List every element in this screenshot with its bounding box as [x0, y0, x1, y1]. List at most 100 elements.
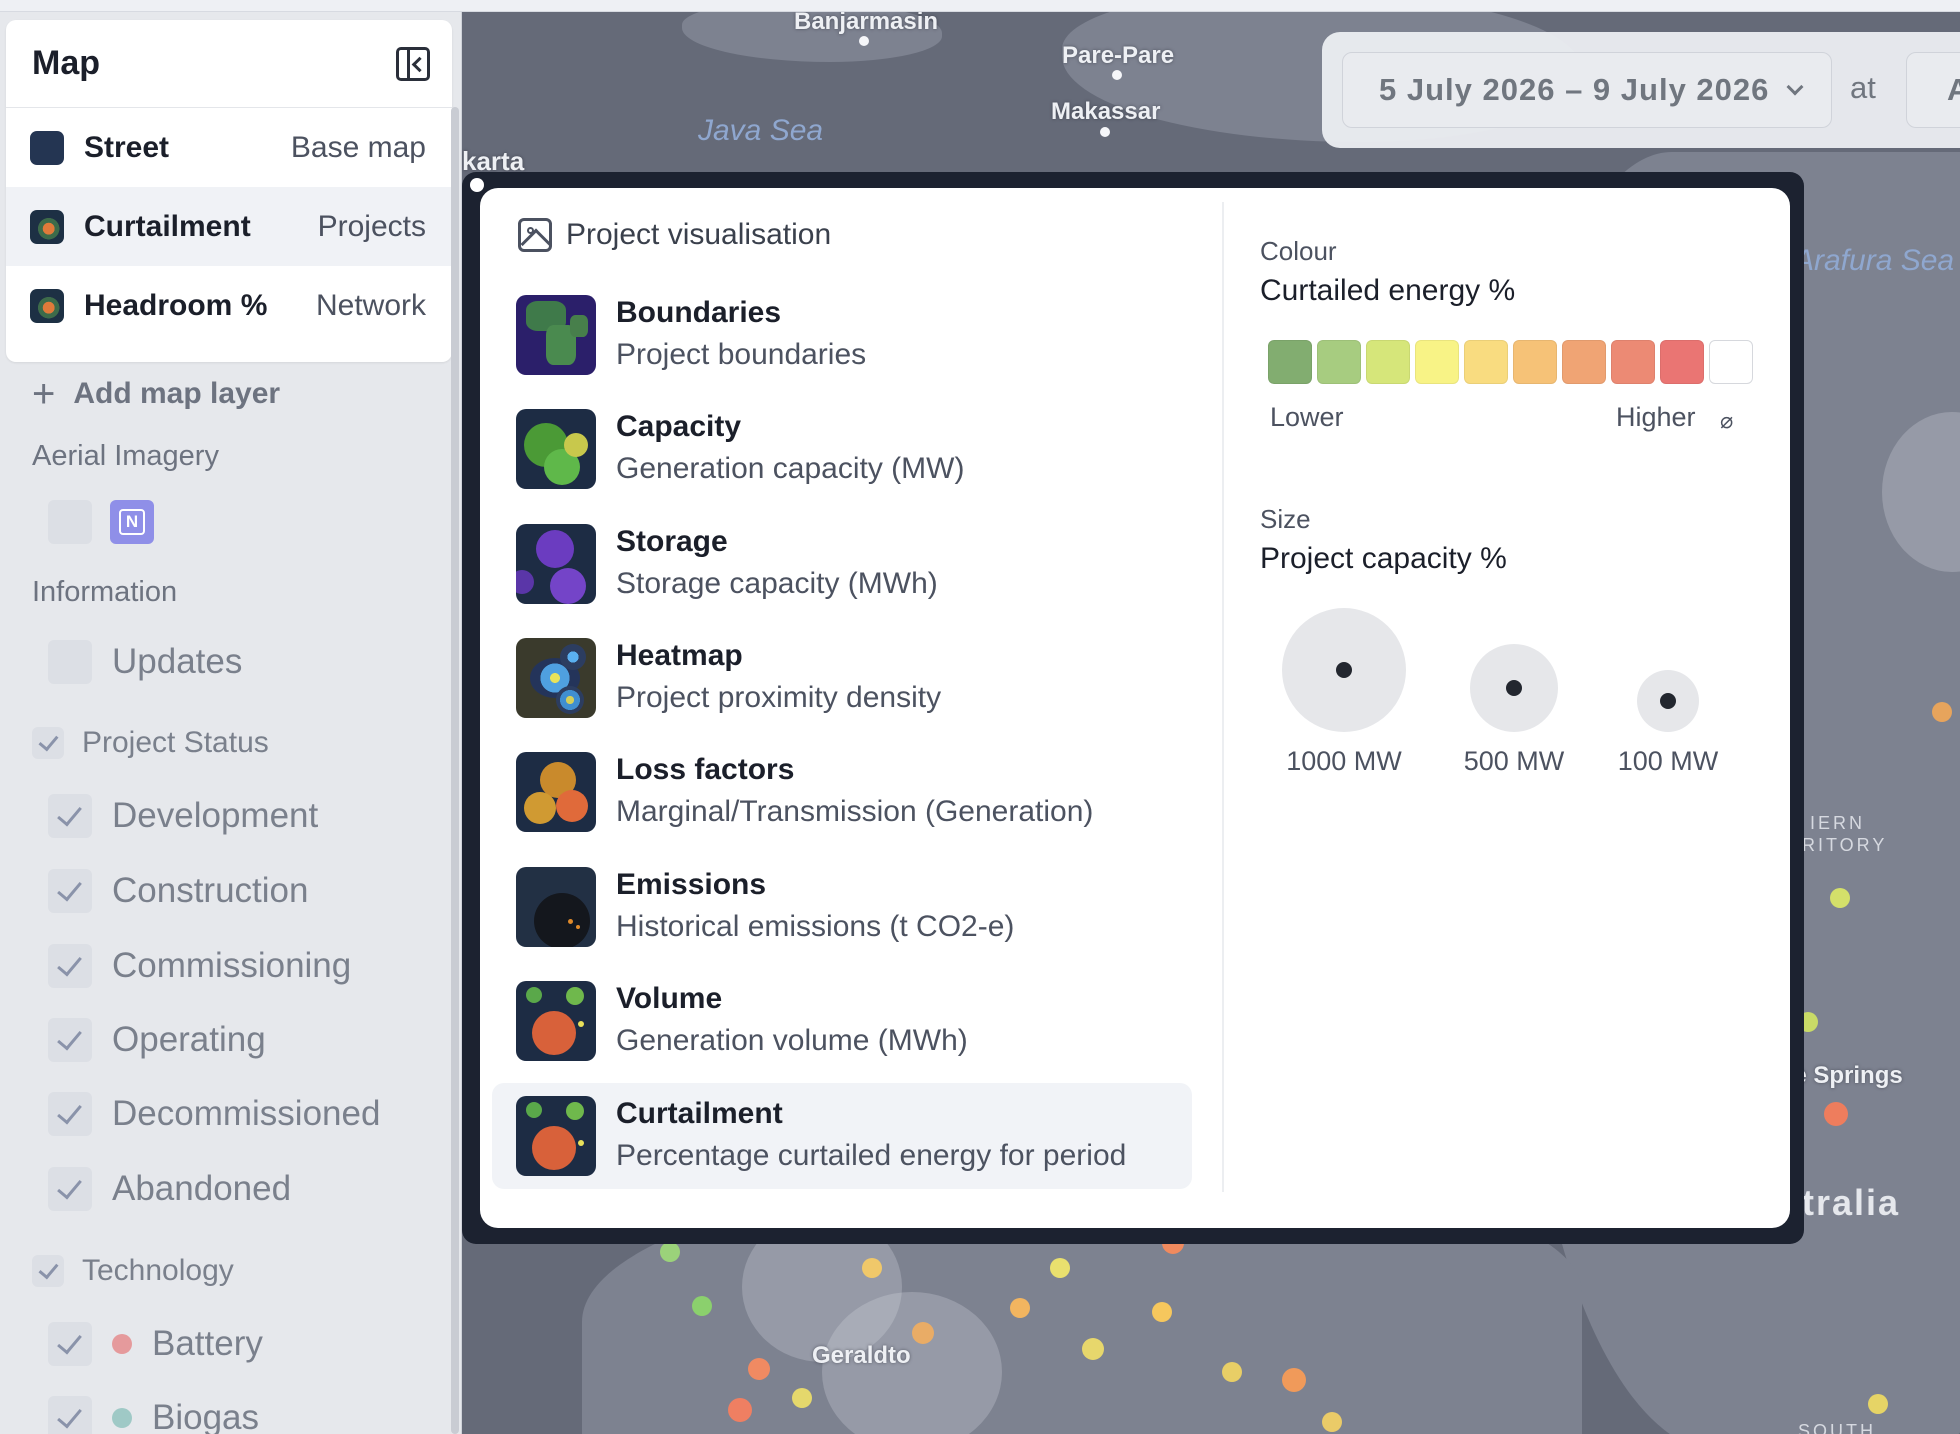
city-label-geraldton: Geraldto: [812, 1342, 911, 1369]
aerial-option-empty[interactable]: [48, 500, 92, 544]
viz-desc: Project boundaries: [616, 338, 867, 371]
layer-row-street[interactable]: Street Base map: [6, 108, 452, 187]
city-marker: [1112, 70, 1122, 80]
project-dot[interactable]: [1222, 1362, 1242, 1382]
status-decommissioned[interactable]: Decommissioned: [48, 1092, 380, 1136]
capacity-thumbnail: [516, 409, 596, 489]
colour-swatch: [1268, 340, 1312, 384]
layer-row-curtailment[interactable]: Curtailment Projects: [6, 187, 452, 266]
technology-group[interactable]: Technology: [32, 1254, 234, 1288]
project-dot[interactable]: [692, 1296, 712, 1316]
colour-swatch: [1513, 340, 1557, 384]
viz-option-heatmap[interactable]: Heatmap Project proximity density: [492, 625, 1192, 731]
viz-option-boundaries[interactable]: Boundaries Project boundaries: [492, 282, 1192, 388]
curtailment-thumbnail: [30, 209, 64, 244]
viz-option-storage[interactable]: Storage Storage capacity (MWh): [492, 511, 1192, 617]
status-commissioning[interactable]: Commissioning: [48, 944, 351, 988]
frame-anchor-dot: [470, 178, 484, 192]
add-map-layer-button[interactable]: + Add map layer: [32, 374, 281, 414]
status-checkbox[interactable]: [48, 794, 92, 838]
status-checkbox[interactable]: [48, 1092, 92, 1136]
status-abandoned[interactable]: Abandoned: [48, 1167, 291, 1211]
project-dot[interactable]: [728, 1398, 752, 1422]
viz-option-capacity[interactable]: Capacity Generation capacity (MW): [492, 396, 1192, 502]
battery-color-dot: [112, 1334, 132, 1354]
project-dot[interactable]: [862, 1258, 882, 1278]
nearmap-icon: N: [119, 509, 145, 535]
project-dot[interactable]: [660, 1242, 680, 1262]
layer-name: Headroom %: [84, 288, 268, 322]
add-layer-label: Add map layer: [73, 377, 281, 410]
project-dot[interactable]: [1322, 1412, 1342, 1432]
time-value: A: [1947, 72, 1960, 107]
time-select[interactable]: A: [1906, 52, 1960, 128]
city-marker: [859, 36, 869, 46]
sidebar-scrollbar[interactable]: [451, 107, 459, 1434]
technology-label: Technology: [82, 1254, 234, 1287]
status-construction[interactable]: Construction: [48, 869, 308, 913]
status-label: Construction: [112, 871, 309, 910]
size-label-1000: 1000 MW: [1286, 746, 1402, 776]
technology-battery[interactable]: Battery: [48, 1322, 263, 1366]
viz-name: Emissions: [616, 868, 767, 901]
viz-desc: Generation volume (MWh): [616, 1024, 968, 1057]
viz-option-emissions[interactable]: Emissions Historical emissions (t CO2-e): [492, 854, 1192, 960]
technology-biogas[interactable]: Biogas: [48, 1396, 259, 1434]
status-checkbox[interactable]: [48, 944, 92, 988]
project-dot[interactable]: [1932, 702, 1952, 722]
biogas-color-dot: [112, 1408, 132, 1428]
size-label-100: 100 MW: [1617, 746, 1719, 776]
project-dot[interactable]: [1010, 1298, 1030, 1318]
updates-toggle[interactable]: Updates: [48, 640, 242, 684]
boundaries-thumbnail: [516, 295, 596, 375]
null-value-icon: ⌀: [1720, 408, 1734, 433]
city-label-makassar: Makassar: [1051, 98, 1161, 125]
collapse-sidebar-icon[interactable]: [396, 46, 430, 81]
size-circle-500: [1470, 644, 1558, 732]
updates-checkbox[interactable]: [48, 640, 92, 684]
size-circle-1000: [1282, 608, 1406, 732]
status-checkbox[interactable]: [48, 1167, 92, 1211]
project-dot[interactable]: [1082, 1338, 1104, 1360]
storage-thumbnail: [516, 524, 596, 604]
popup-title: Project visualisation: [566, 218, 832, 251]
project-dot[interactable]: [912, 1322, 934, 1344]
project-dot[interactable]: [1830, 888, 1850, 908]
viz-option-volume[interactable]: Volume Generation volume (MWh): [492, 968, 1192, 1074]
project-dot[interactable]: [1152, 1302, 1172, 1322]
viz-desc: Storage capacity (MWh): [616, 567, 938, 600]
viz-name: Storage: [616, 525, 728, 558]
popup-header: Project visualisation: [518, 218, 831, 252]
project-dot[interactable]: [1824, 1102, 1848, 1126]
project-dot[interactable]: [1282, 1368, 1306, 1392]
status-development[interactable]: Development: [48, 794, 318, 838]
popup-divider: [1222, 202, 1224, 1192]
viz-option-loss-factors[interactable]: Loss factors Marginal/Transmission (Gene…: [492, 739, 1192, 845]
aerial-option-nearmap[interactable]: N: [110, 500, 154, 544]
viz-option-curtailment[interactable]: Curtailment Percentage curtailed energy …: [492, 1083, 1192, 1189]
emissions-thumbnail: [516, 867, 596, 947]
project-status-checkbox[interactable]: [32, 727, 64, 759]
layer-row-headroom[interactable]: Headroom % Network: [6, 266, 452, 345]
colour-title: Curtailed energy %: [1260, 274, 1516, 307]
sea-label-arafura: Arafura Sea: [1794, 244, 1955, 277]
date-range-select[interactable]: 5 July 2026 – 9 July 2026: [1342, 52, 1832, 128]
layer-type: Network: [315, 288, 426, 322]
project-status-group[interactable]: Project Status: [32, 726, 269, 760]
updates-label: Updates: [112, 642, 243, 681]
project-dot[interactable]: [748, 1358, 770, 1380]
technology-checkbox[interactable]: [32, 1255, 64, 1287]
status-checkbox[interactable]: [48, 1018, 92, 1062]
technology-item-label: Battery: [152, 1324, 263, 1363]
viz-name: Boundaries: [616, 296, 782, 329]
technology-checkbox[interactable]: [48, 1322, 92, 1366]
project-dot[interactable]: [1050, 1258, 1070, 1278]
status-label: Development: [112, 796, 319, 835]
project-dot[interactable]: [1868, 1394, 1888, 1414]
technology-checkbox[interactable]: [48, 1396, 92, 1434]
project-dot[interactable]: [792, 1388, 812, 1408]
city-label-banjarmasin: Banjarmasin: [794, 12, 939, 35]
status-label: Operating: [112, 1020, 266, 1059]
status-checkbox[interactable]: [48, 869, 92, 913]
status-operating[interactable]: Operating: [48, 1018, 266, 1062]
